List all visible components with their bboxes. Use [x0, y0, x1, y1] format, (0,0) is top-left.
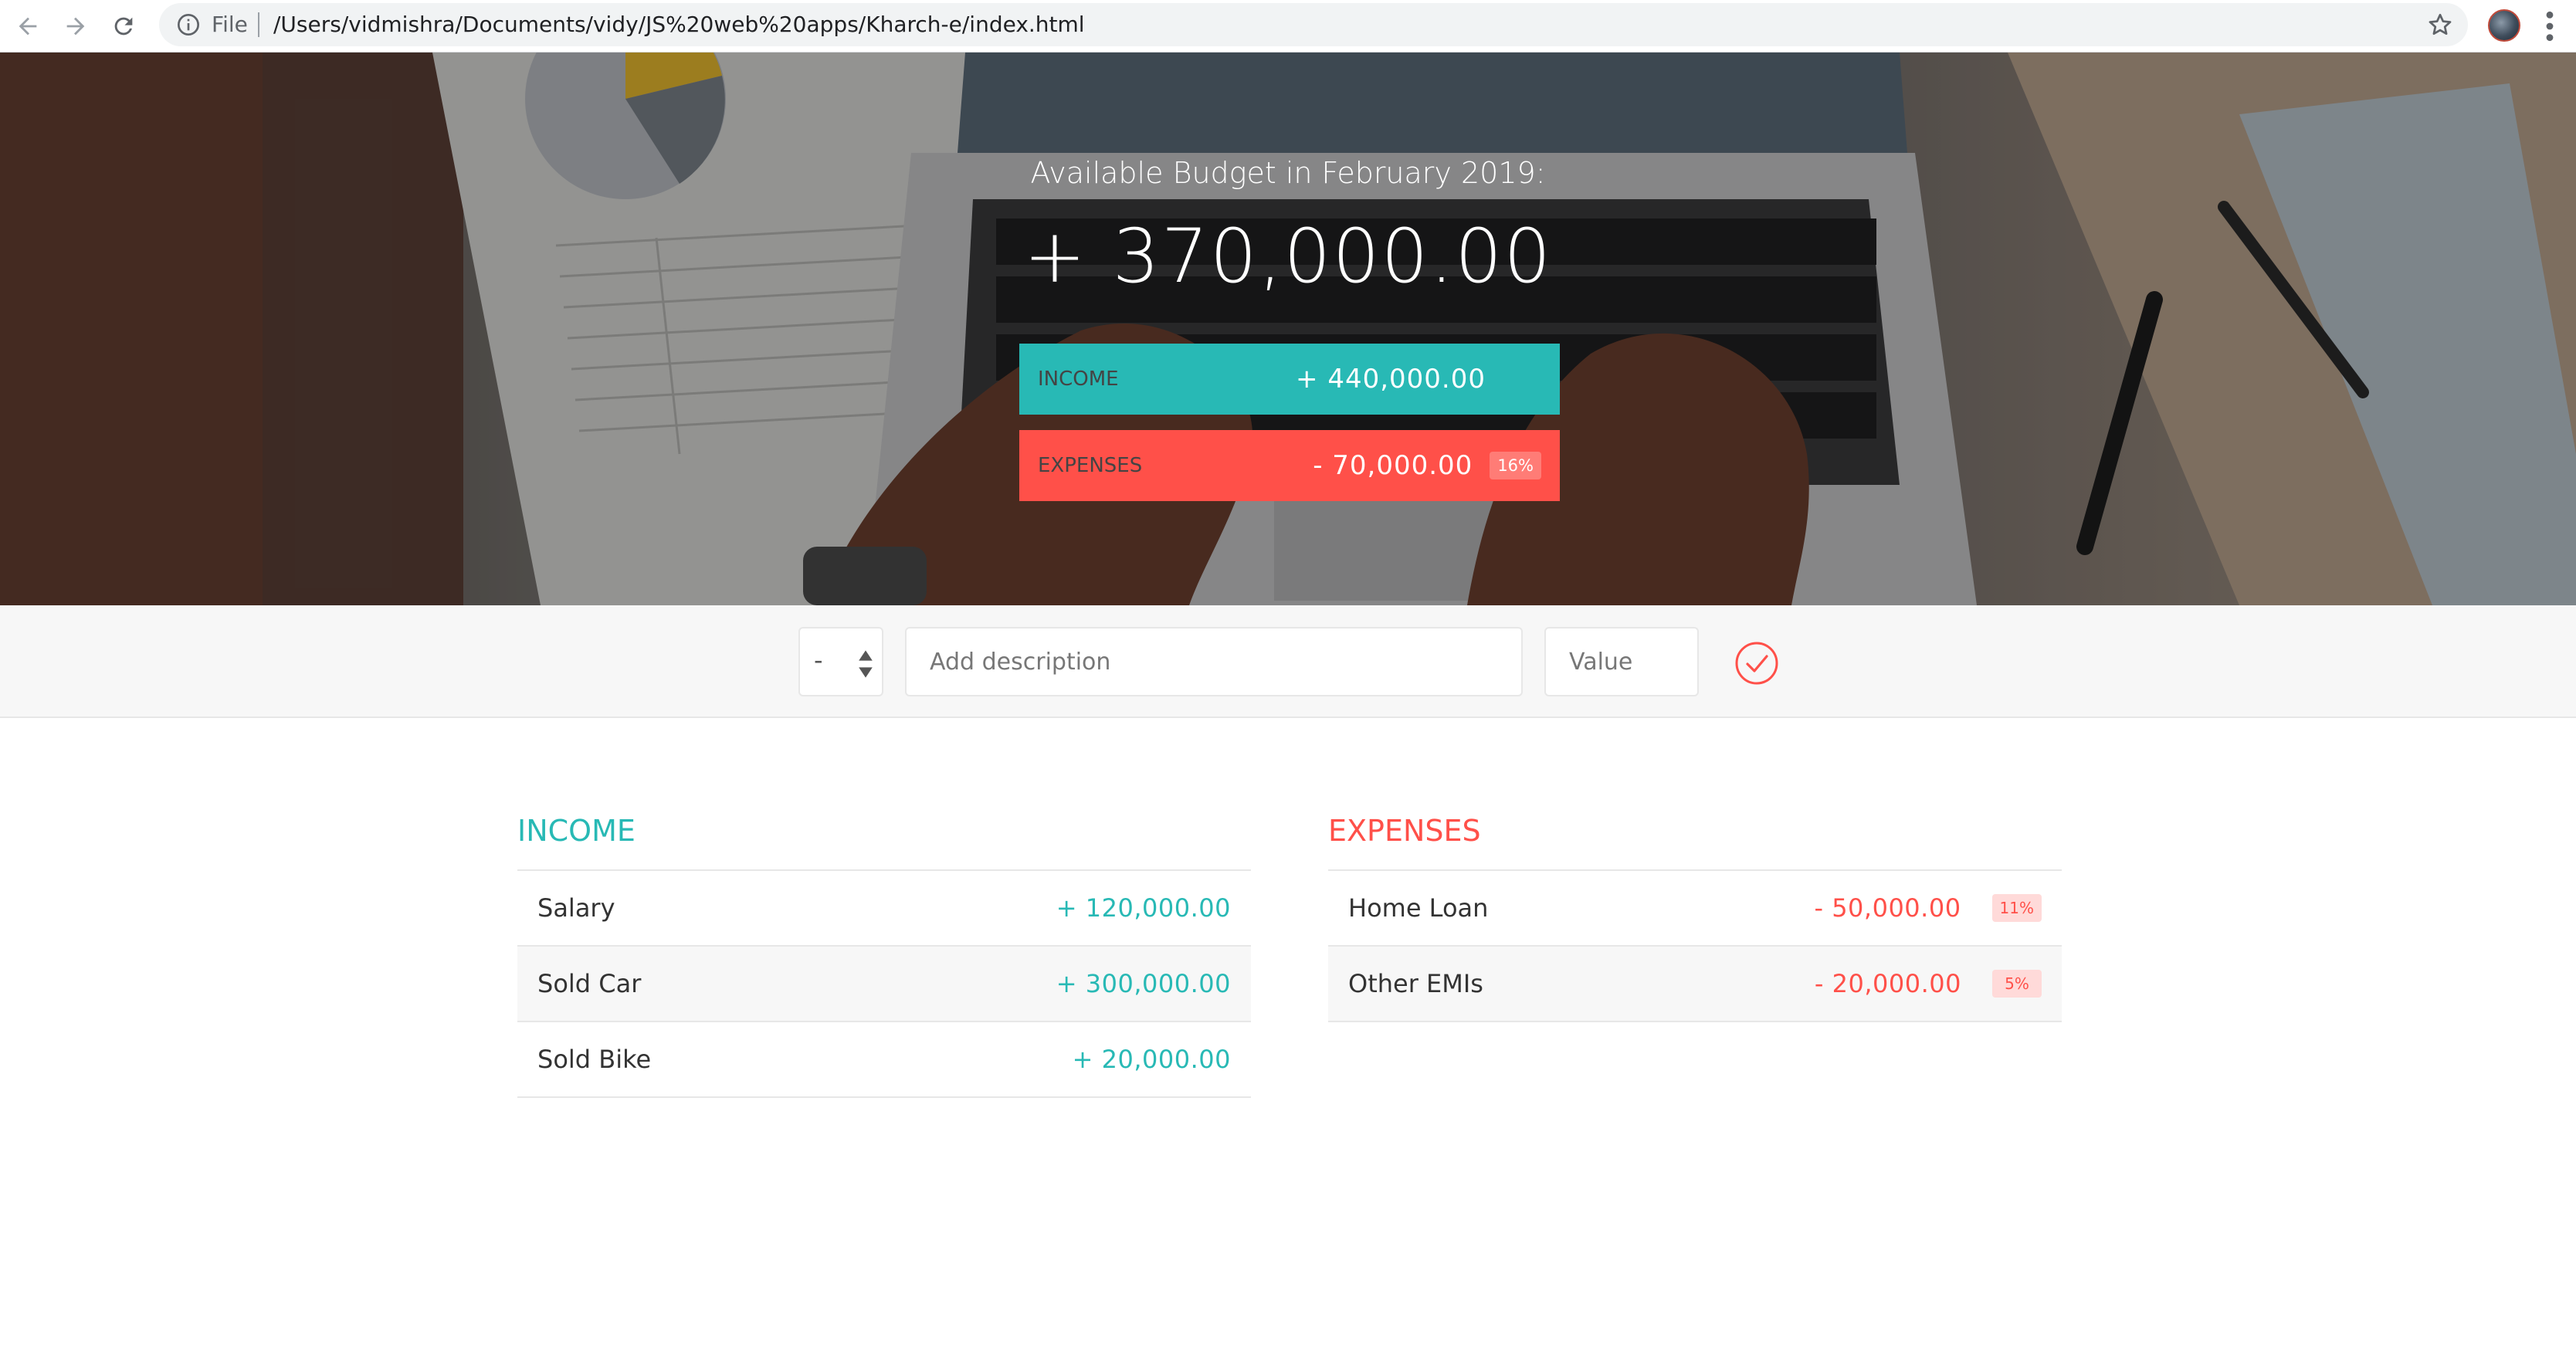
income-item-description: Sold Car	[537, 969, 642, 998]
omnibox-divider	[258, 12, 259, 37]
expense-item-value: - 20,000.00	[1814, 969, 1961, 998]
expense-percentage-badge: 5%	[1992, 970, 2042, 998]
back-arrow-icon	[19, 17, 37, 36]
star-icon[interactable]	[2426, 11, 2454, 39]
income-item-value: + 300,000.00	[1056, 969, 1231, 998]
forward-button[interactable]	[57, 8, 94, 45]
budget-title: Available Budget in February 2019:	[1030, 156, 1546, 190]
income-list-title: INCOME	[517, 811, 1251, 871]
income-summary: INCOME + 440,000.00	[1019, 344, 1560, 415]
value-input[interactable]	[1544, 627, 1699, 696]
back-button[interactable]	[9, 8, 46, 45]
income-item-value: + 120,000.00	[1056, 893, 1231, 923]
description-input[interactable]	[905, 627, 1523, 696]
expense-item[interactable]: Home Loan - 50,000.00 11%	[1328, 871, 2062, 947]
select-arrows-icon	[859, 650, 873, 678]
income-item[interactable]: Salary + 120,000.00	[517, 871, 1251, 947]
add-entry-button[interactable]	[1734, 641, 1779, 686]
income-summary-value: + 440,000.00	[1296, 364, 1486, 395]
add-entry-bar: -	[0, 605, 2576, 718]
browser-toolbar: File /Users/vidmishra/Documents/vidy/JS%…	[0, 0, 2576, 53]
income-summary-label: INCOME	[1038, 368, 1119, 391]
income-list: INCOME Salary + 120,000.00 Sold Car + 30…	[517, 811, 1251, 1098]
reload-button[interactable]	[105, 8, 142, 45]
expense-item-description: Other EMIs	[1348, 969, 1483, 998]
expenses-summary: EXPENSES - 70,000.00 16%	[1019, 430, 1560, 501]
forward-arrow-icon	[66, 17, 85, 36]
income-item[interactable]: Sold Bike + 20,000.00	[517, 1022, 1251, 1098]
hero-overlay	[0, 53, 2576, 605]
info-icon[interactable]	[176, 12, 201, 37]
expense-item[interactable]: Other EMIs - 20,000.00 5%	[1328, 947, 2062, 1022]
expenses-list: EXPENSES Home Loan - 50,000.00 11% Other…	[1328, 811, 2062, 1022]
expense-item-value: - 50,000.00	[1814, 893, 1961, 923]
type-select[interactable]: -	[798, 627, 883, 696]
income-item[interactable]: Sold Car + 300,000.00	[517, 947, 1251, 1022]
more-menu-icon[interactable]	[2540, 9, 2559, 43]
expense-item-description: Home Loan	[1348, 893, 1489, 923]
url-text[interactable]: /Users/vidmishra/Documents/vidy/JS%20web…	[273, 11, 1085, 39]
income-item-description: Salary	[537, 893, 615, 923]
expenses-list-title: EXPENSES	[1328, 811, 2062, 871]
expense-percentage-badge: 11%	[1991, 894, 2042, 922]
profile-avatar[interactable]	[2488, 9, 2520, 42]
type-select-value: -	[814, 645, 823, 675]
budget-value: + 370,000.00	[1023, 213, 1553, 300]
income-item-description: Sold Bike	[537, 1045, 652, 1074]
expenses-percentage-badge: 16%	[1490, 452, 1541, 479]
income-item-value: + 20,000.00	[1072, 1045, 1231, 1074]
check-circle-icon	[1735, 642, 1778, 685]
budget-header: Available Budget in February 2019: + 370…	[0, 53, 2576, 605]
expenses-summary-value: - 70,000.00	[1313, 450, 1473, 481]
address-bar[interactable]: File /Users/vidmishra/Documents/vidy/JS%…	[159, 3, 2468, 46]
scheme-label: File	[212, 12, 248, 37]
reload-icon	[114, 17, 133, 36]
expenses-summary-label: EXPENSES	[1038, 454, 1143, 477]
